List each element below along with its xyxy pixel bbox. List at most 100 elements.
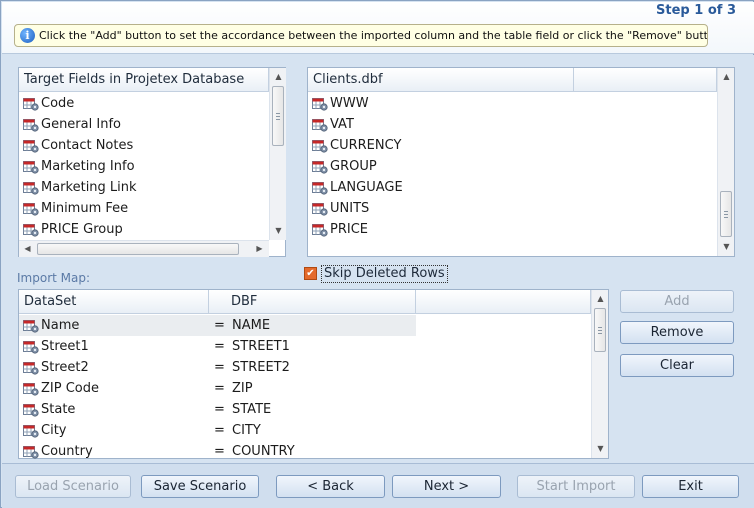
scroll-right-icon[interactable]: ▶	[252, 241, 267, 256]
scroll-thumb[interactable]	[272, 86, 284, 146]
list-item-label: UNITS	[330, 201, 370, 216]
table-field-icon	[23, 223, 39, 240]
load-scenario-button[interactable]: Load Scenario	[15, 475, 131, 498]
dbf-cell: CITY	[232, 423, 261, 438]
skip-deleted-rows-label[interactable]: Skip Deleted Rows	[321, 265, 448, 283]
equals-sign: =	[214, 423, 225, 438]
table-field-icon	[23, 445, 39, 459]
scroll-down-icon[interactable]: ▼	[271, 223, 286, 238]
source-columns-header-empty	[574, 68, 717, 92]
list-item-label: VAT	[330, 117, 354, 132]
equals-sign: =	[214, 402, 225, 417]
step-indicator: Step 1 of 3	[656, 3, 736, 18]
scroll-up-icon[interactable]: ▲	[593, 291, 608, 306]
list-item-label: Minimum Fee	[41, 201, 129, 216]
list-item-label: Marketing Link	[41, 180, 137, 195]
scroll-up-icon[interactable]: ▲	[719, 69, 734, 84]
table-row[interactable]: State = STATE	[19, 399, 592, 420]
table-field-icon	[312, 223, 328, 244]
list-item-label: General Info	[41, 117, 121, 132]
list-item-label: CURRENCY	[330, 138, 402, 153]
wizard-content: Target Fields in Projetex Database Code G…	[2, 55, 754, 463]
table-row[interactable]: ZIP Code = ZIP	[19, 378, 592, 399]
list-item-label: Contact Notes	[41, 138, 134, 153]
list-item[interactable]: General Info	[19, 114, 269, 135]
scroll-thumb[interactable]	[594, 308, 606, 352]
list-item-label: PRICE Group	[41, 222, 123, 237]
info-icon: i	[20, 28, 35, 43]
list-item-label: WWW	[330, 96, 369, 111]
equals-sign: =	[214, 444, 225, 459]
remove-button[interactable]: Remove	[620, 321, 734, 344]
list-item[interactable]: Code	[19, 93, 269, 114]
list-item[interactable]: LANGUAGE	[308, 177, 718, 198]
import-map-rows[interactable]: Name = NAME Street1 = STREET1 Street2 = STREET2 Z…	[19, 315, 592, 459]
list-item[interactable]: Marketing Info	[19, 156, 269, 177]
dbf-cell: ZIP	[232, 381, 253, 396]
exit-button[interactable]: Exit	[642, 475, 739, 498]
save-scenario-button[interactable]: Save Scenario	[141, 475, 259, 498]
scroll-thumb[interactable]	[37, 243, 239, 255]
back-button[interactable]: < Back	[276, 475, 385, 498]
list-item-label: PRICE	[330, 222, 368, 237]
import-wizard-window: Step 1 of 3 i Click the "Add" button to …	[0, 0, 754, 508]
list-item[interactable]: CURRENCY	[308, 135, 718, 156]
wizard-footer: Load Scenario Save Scenario < Back Next …	[2, 463, 754, 508]
equals-sign: =	[214, 381, 225, 396]
list-item-label: Marketing Info	[41, 159, 135, 174]
target-horizontal-scrollbar[interactable]: ◀ ▶	[19, 240, 269, 257]
table-row[interactable]: City = CITY	[19, 420, 592, 441]
scroll-down-icon[interactable]: ▼	[719, 239, 734, 254]
clear-button[interactable]: Clear	[620, 354, 734, 377]
scroll-thumb[interactable]	[720, 191, 732, 237]
dataset-cell: Street2	[41, 360, 89, 375]
scroll-left-icon[interactable]: ◀	[20, 241, 35, 256]
equals-sign: =	[214, 318, 225, 333]
list-item-label: Code	[41, 96, 75, 111]
column-header-empty	[416, 290, 591, 314]
dataset-cell: City	[41, 423, 67, 438]
list-item[interactable]: VAT	[308, 114, 718, 135]
source-columns-list[interactable]: WWW VAT CURRENCY GROUP LANGUAGE UNITS PRICE	[308, 93, 718, 257]
list-item[interactable]: GROUP	[308, 156, 718, 177]
target-fields-list[interactable]: Code General Info Contact Notes Marketing I…	[19, 93, 269, 240]
table-row[interactable]: Name = NAME	[19, 315, 416, 336]
dataset-cell: State	[41, 402, 76, 417]
list-item[interactable]: Marketing Link	[19, 177, 269, 198]
list-item[interactable]: WWW	[308, 93, 718, 114]
table-row[interactable]: Country = COUNTRY	[19, 441, 592, 459]
column-header-dbf[interactable]: DBF	[209, 290, 416, 314]
dataset-cell: Name	[41, 318, 80, 333]
dbf-cell: STREET1	[232, 339, 290, 354]
next-button[interactable]: Next >	[392, 475, 501, 498]
hint-text: Click the "Add" button to set the accord…	[39, 29, 708, 42]
list-item[interactable]: UNITS	[308, 198, 718, 219]
dataset-cell: Street1	[41, 339, 89, 354]
equals-sign: =	[214, 360, 225, 375]
list-item[interactable]: Minimum Fee	[19, 198, 269, 219]
scroll-up-icon[interactable]: ▲	[271, 69, 286, 84]
source-vertical-scrollbar[interactable]: ▲ ▼	[717, 68, 734, 256]
source-columns-panel[interactable]: Clients.dbf WWW VAT CURRENCY GROUP LANGUAGE U…	[307, 67, 735, 257]
target-vertical-scrollbar[interactable]: ▲ ▼	[269, 68, 286, 240]
list-item[interactable]: PRICE	[308, 219, 718, 240]
add-button[interactable]: Add	[620, 290, 734, 313]
table-row[interactable]: Street2 = STREET2	[19, 357, 592, 378]
dbf-cell: COUNTRY	[232, 444, 295, 459]
map-vertical-scrollbar[interactable]: ▲ ▼	[591, 290, 608, 458]
hint-box: i Click the "Add" button to set the acco…	[14, 24, 708, 47]
list-item[interactable]: PRICE Group	[19, 219, 269, 240]
list-item[interactable]: Contact Notes	[19, 135, 269, 156]
list-item-label: LANGUAGE	[330, 180, 403, 195]
target-fields-header[interactable]: Target Fields in Projetex Database	[19, 68, 269, 92]
start-import-button[interactable]: Start Import	[517, 475, 635, 498]
import-map-label: Import Map:	[17, 271, 91, 285]
scroll-down-icon[interactable]: ▼	[593, 441, 608, 456]
source-columns-header[interactable]: Clients.dbf	[308, 68, 574, 92]
column-header-dataset[interactable]: DataSet	[19, 290, 209, 314]
checkmark-icon[interactable]: ✔	[304, 267, 317, 280]
import-map-grid[interactable]: DataSet DBF Name = NAME Street1 = STREET1 Stre…	[18, 289, 609, 459]
target-fields-panel[interactable]: Target Fields in Projetex Database Code G…	[18, 67, 286, 257]
dbf-cell: STATE	[232, 402, 272, 417]
table-row[interactable]: Street1 = STREET1	[19, 336, 592, 357]
